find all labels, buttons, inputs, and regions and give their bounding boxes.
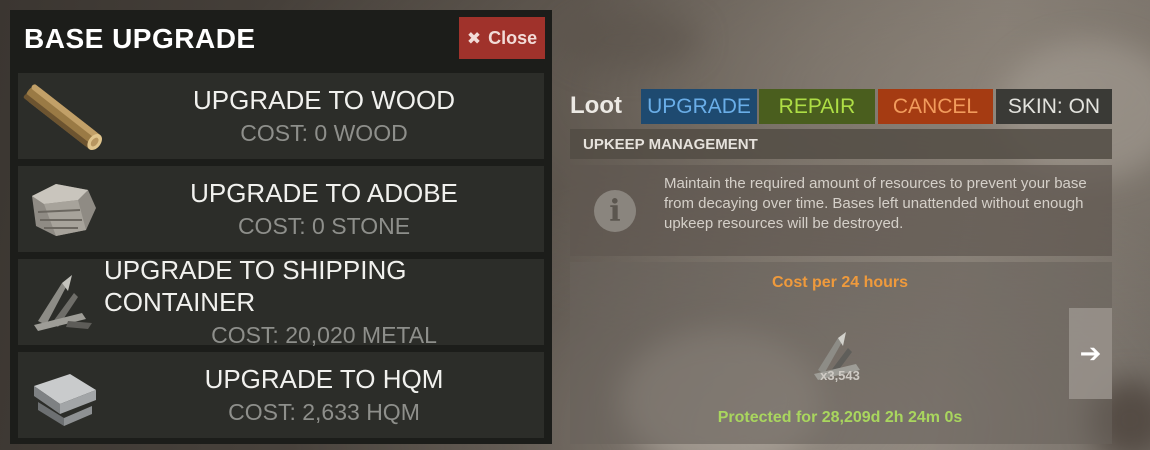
upgrade-button[interactable]: UPGRADE [641, 89, 757, 124]
loot-label: Loot [570, 92, 622, 119]
repair-button[interactable]: REPAIR [759, 89, 875, 124]
resource-amount: x3,543 [820, 368, 860, 383]
skin-toggle-button[interactable]: SKIN: ON [996, 89, 1112, 124]
upgrade-item-hqm[interactable]: UPGRADE TO HQM COST: 2,633 HQM [18, 352, 544, 438]
base-upgrade-panel: BASE UPGRADE ✖ Close UPGRADE TO WOOD COS… [10, 10, 552, 444]
upgrade-cost: COST: 0 STONE [237, 213, 411, 239]
cancel-button[interactable]: CANCEL [878, 89, 993, 124]
upgrade-item-adobe[interactable]: UPGRADE TO ADOBE COST: 0 STONE [18, 166, 544, 252]
wood-log-icon [23, 84, 102, 151]
next-page-button[interactable]: ➔ [1069, 308, 1112, 399]
upgrade-cost: COST: 0 WOOD [240, 120, 408, 146]
hqm-ingot-icon [34, 374, 96, 426]
upgrade-cost: COST: 2,633 HQM [228, 399, 420, 425]
upkeep-header: UPKEEP MANAGEMENT [570, 129, 1112, 159]
upgrade-title: UPGRADE TO WOOD [193, 85, 455, 115]
upkeep-info-box: i Maintain the required amount of resour… [570, 165, 1112, 256]
upgrade-item-wood[interactable]: UPGRADE TO WOOD COST: 0 WOOD [18, 73, 544, 159]
upgrade-item-shipping-container[interactable]: UPGRADE TO SHIPPING CONTAINER COST: 20,0… [18, 255, 544, 348]
panel-title: BASE UPGRADE [24, 23, 256, 54]
close-button[interactable]: ✖ Close [459, 17, 545, 59]
upgrade-title: UPGRADE TO ADOBE [190, 178, 458, 208]
upkeep-cost-panel: Cost per 24 hours x3,543 Protected for 2… [570, 262, 1112, 444]
metal-fragments-icon [34, 275, 92, 331]
upgrade-cost: COST: 20,020 METAL [211, 322, 437, 348]
arrow-right-icon: ➔ [1079, 338, 1102, 368]
cost-title: Cost per 24 hours [771, 274, 909, 291]
upkeep-info-text: Maintain the required amount of resource… [664, 175, 1087, 232]
upgrade-title: UPGRADE TO HQM [204, 364, 444, 394]
close-label: Close [488, 27, 538, 48]
protected-duration: Protected for 28,209d 2h 24m 0s [717, 409, 963, 426]
upgrade-title: UPGRADE TO SHIPPING CONTAINER [104, 255, 407, 317]
x-icon: ✖ [466, 28, 482, 48]
background-blur [560, 10, 700, 70]
stone-icon [32, 184, 96, 236]
info-icon: i [594, 190, 636, 232]
